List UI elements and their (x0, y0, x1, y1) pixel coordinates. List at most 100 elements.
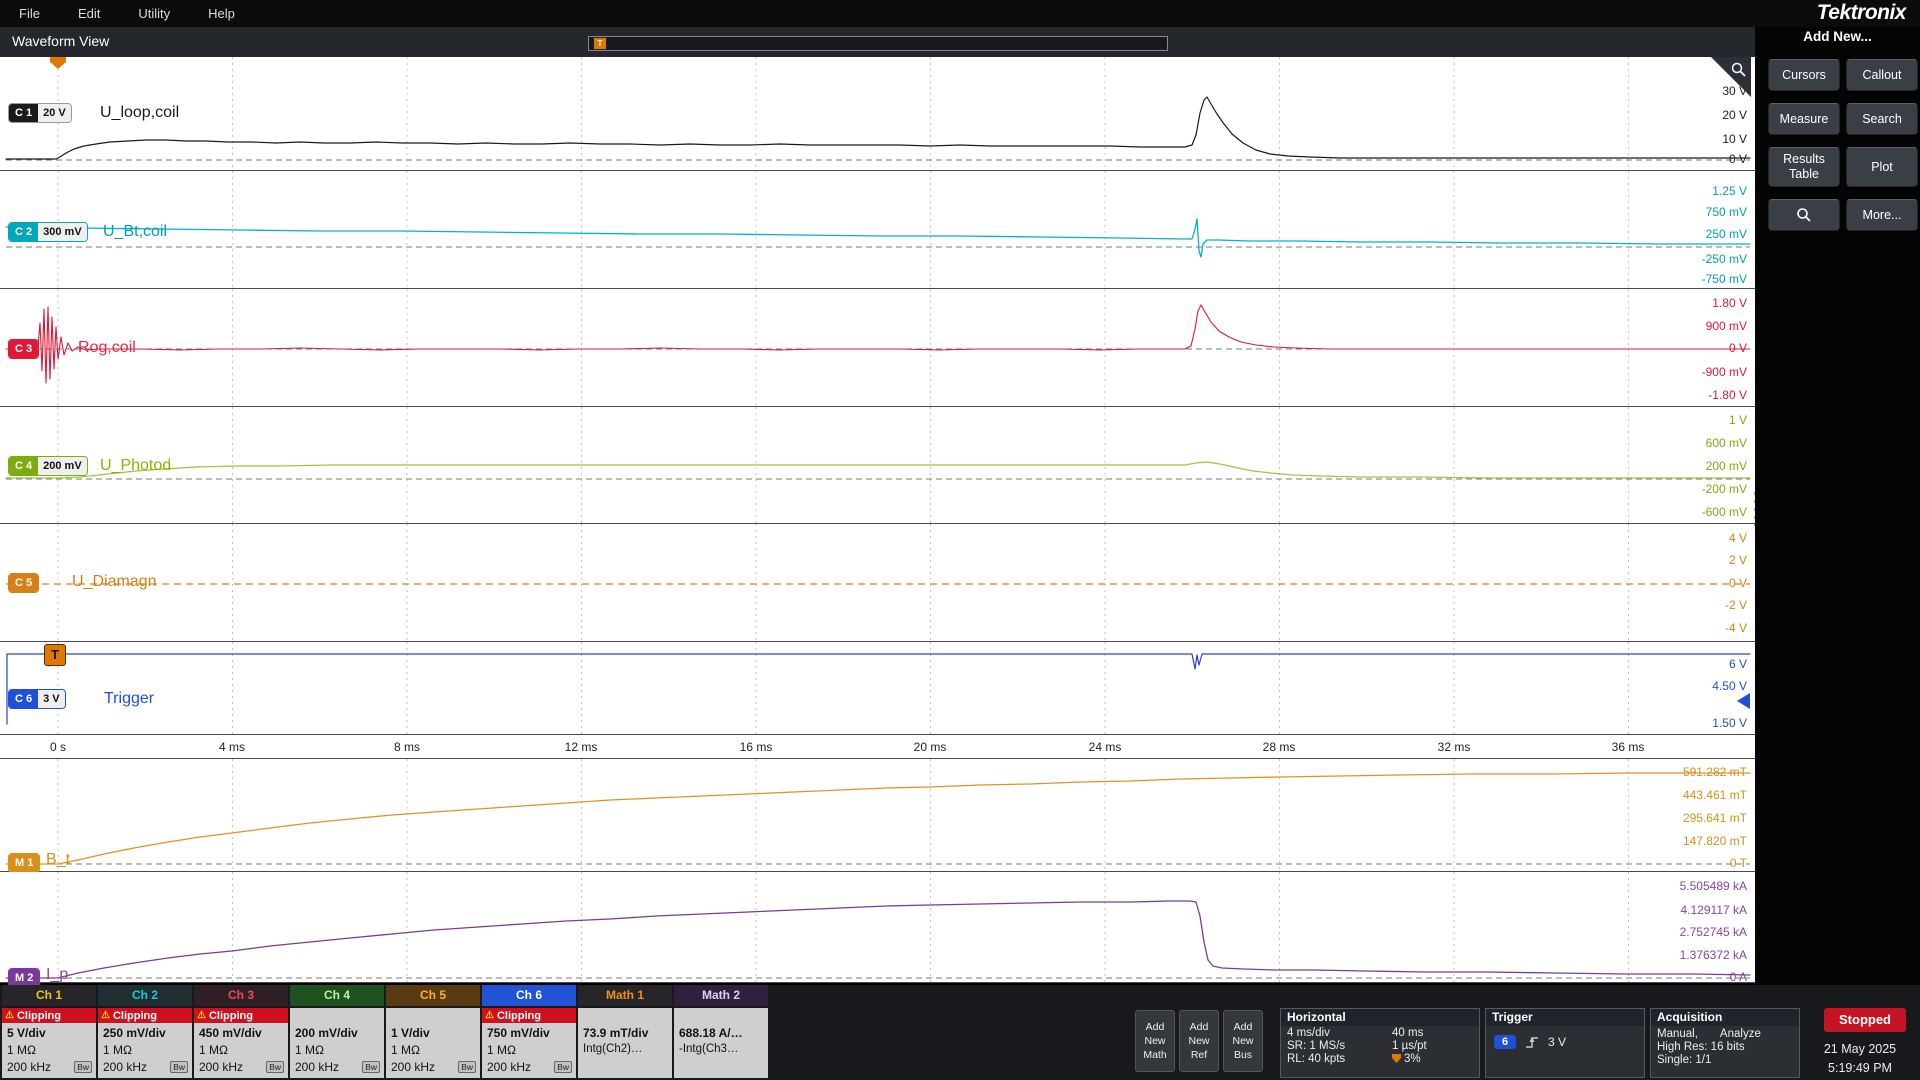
tab-ch2[interactable]: Ch 2 (98, 985, 192, 1006)
math2-scale: 688.18 A/… (679, 1026, 743, 1040)
status-card-math1[interactable]: 73.9 mT/div Intg(Ch2)… (578, 1008, 672, 1078)
ch3-scale: 450 mV/div (199, 1026, 262, 1040)
menu-edit[interactable]: Edit (59, 6, 119, 21)
c2-scale-label: 300 mV (38, 223, 87, 241)
tick-label: -1.80 V (1708, 388, 1747, 402)
channel-label-c2[interactable]: U_Bt,coil (103, 223, 167, 241)
tick-label: 1.376372 kA (1680, 948, 1747, 962)
plot-button[interactable]: Plot (1846, 147, 1918, 187)
bandwidth-limit-icon: Bw (554, 1061, 572, 1073)
zoom-trigger-thumb[interactable]: T (593, 37, 607, 50)
channel-slice-c1: C 1 20 V U_loop,coil 30 V 20 V 10 V 0 V (0, 57, 1755, 171)
tick-label: 0 T (1730, 856, 1747, 870)
waveform-view-titlebar: Waveform View T (0, 27, 1755, 57)
m1-waveform (0, 759, 1751, 872)
ch5-bandwidth: 200 kHz (391, 1060, 435, 1074)
add-new-ref-button[interactable]: Add New Ref (1179, 1010, 1219, 1072)
tab-math2[interactable]: Math 2 (674, 985, 768, 1006)
tick-label: 10 V (1722, 132, 1747, 146)
math1-expression: Intg(Ch2)… (583, 1043, 642, 1055)
channel-label-c4[interactable]: U_Photod (100, 457, 171, 475)
menu-file[interactable]: File (0, 6, 59, 21)
menu-bar: File Edit Utility Help Tektronix (0, 0, 1920, 27)
add-new-math-button[interactable]: Add New Math (1135, 1010, 1175, 1072)
c5-waveform (0, 524, 1751, 642)
tab-math1[interactable]: Math 1 (578, 985, 672, 1006)
ch2-bandwidth: 200 kHz (103, 1060, 147, 1074)
add-new-bus-button[interactable]: Add New Bus (1223, 1010, 1263, 1072)
channel-badge-c6[interactable]: C 6 3 V (8, 689, 66, 709)
channel-label-c3[interactable]: Rog,coil (78, 339, 136, 357)
search-button[interactable]: Search (1846, 103, 1918, 135)
cursors-button[interactable]: Cursors (1768, 59, 1840, 91)
acquisition-panel[interactable]: Acquisition Manual, Analyze High Res: 16… (1650, 1008, 1800, 1078)
more-button[interactable]: More... (1846, 199, 1918, 231)
trigger-source-marker[interactable]: T (44, 644, 66, 666)
status-card-math2[interactable]: 688.18 A/… -Intg(Ch3… (674, 1008, 768, 1078)
horizontal-panel[interactable]: Horizontal 4 ms/div40 ms SR: 1 MS/s1 µs/… (1280, 1008, 1480, 1078)
bandwidth-limit-icon: Bw (362, 1061, 380, 1073)
date-label: 21 May 2025 (1800, 1040, 1920, 1059)
ch4-bandwidth: 200 kHz (295, 1060, 339, 1074)
ch1-impedance: 1 MΩ (7, 1043, 36, 1057)
channel-label-c6[interactable]: Trigger (104, 690, 154, 708)
tick-label: 6 V (1729, 657, 1747, 671)
warning-icon: ⚠ (197, 1010, 206, 1021)
c4-waveform (0, 407, 1751, 524)
tick-label: -900 mV (1702, 365, 1747, 379)
time-tick: 20 ms (914, 735, 947, 759)
add-new-header: Add New... (1755, 29, 1920, 44)
ch3-bandwidth: 200 kHz (199, 1060, 243, 1074)
ch2-scale: 250 mV/div (103, 1026, 166, 1040)
status-card-ch2[interactable]: ⚠Clipping 250 mV/div 1 MΩ 200 kHzBw (98, 1008, 192, 1078)
zoom-button[interactable] (1768, 199, 1840, 231)
status-card-ch1[interactable]: ⚠Clipping 5 V/div 1 MΩ 200 kHzBw (2, 1008, 96, 1078)
trigger-level-arrow[interactable] (1737, 693, 1750, 709)
menu-help[interactable]: Help (189, 6, 254, 21)
time-axis: 0 s 4 ms 8 ms 12 ms 16 ms 20 ms 24 ms 28… (0, 735, 1755, 759)
run-state-badge[interactable]: Stopped (1824, 1008, 1906, 1032)
menu-utility[interactable]: Utility (119, 6, 189, 21)
status-card-ch5[interactable]: 1 V/div 1 MΩ 200 kHzBw (386, 1008, 480, 1078)
c2-waveform (0, 171, 1751, 289)
status-card-ch6[interactable]: ⚠Clipping 750 mV/div 1 MΩ 200 kHzBw (482, 1008, 576, 1078)
channel-label-c1[interactable]: U_loop,coil (100, 104, 179, 122)
tab-ch5[interactable]: Ch 5 (386, 985, 480, 1006)
m2-waveform (0, 872, 1751, 983)
tick-label: 1.80 V (1712, 296, 1747, 310)
tick-label: 250 mV (1706, 227, 1747, 241)
channel-slice-c2: C 2 300 mV U_Bt,coil 1.25 V 750 mV 250 m… (0, 171, 1755, 289)
tab-ch6[interactable]: Ch 6 (482, 985, 576, 1006)
channel-badge-c3[interactable]: C 3 (8, 339, 39, 359)
c3-badge-label: C 3 (9, 340, 38, 358)
status-card-ch3[interactable]: ⚠Clipping 450 mV/div 1 MΩ 200 kHzBw (194, 1008, 288, 1078)
results-table-button[interactable]: Results Table (1768, 147, 1840, 187)
ch2-impedance: 1 MΩ (103, 1043, 132, 1057)
channel-badge-c5[interactable]: C 5 (8, 573, 39, 593)
callout-button[interactable]: Callout (1846, 59, 1918, 91)
tick-label: 4.129117 kA (1681, 903, 1748, 917)
tick-label: 4.50 V (1712, 679, 1747, 693)
channel-badge-c2[interactable]: C 2 300 mV (8, 222, 88, 242)
clipping-banner: ⚠Clipping (482, 1008, 576, 1023)
c1-waveform (0, 57, 1751, 171)
zoom-overview-scrollbar[interactable]: T (588, 36, 1168, 51)
math-label-m2[interactable]: I_p (46, 966, 68, 984)
tick-label: 147.820 mT (1683, 834, 1747, 848)
record-length: RL: 40 kpts (1287, 1053, 1392, 1065)
tick-label: -2 V (1725, 598, 1747, 612)
measure-button[interactable]: Measure (1768, 103, 1840, 135)
tab-ch1[interactable]: Ch 1 (2, 985, 96, 1006)
status-card-ch4[interactable]: 200 mV/div 1 MΩ 200 kHzBw (290, 1008, 384, 1078)
math-badge-m1[interactable]: M 1 (8, 853, 40, 873)
tab-ch4[interactable]: Ch 4 (290, 985, 384, 1006)
math-label-m1[interactable]: B_t (46, 851, 70, 869)
channel-badge-c4[interactable]: C 4 200 mV (8, 456, 88, 476)
time-tick: 32 ms (1438, 735, 1471, 759)
right-sidebar: Add New... Cursors Callout Measure Searc… (1755, 27, 1920, 985)
trigger-panel[interactable]: Trigger 6 3 V (1485, 1008, 1645, 1078)
acquisition-title: Acquisition (1651, 1009, 1799, 1026)
channel-badge-c1[interactable]: C 1 20 V (8, 103, 72, 123)
channel-label-c5[interactable]: U_Diamagn (72, 573, 156, 591)
tab-ch3[interactable]: Ch 3 (194, 985, 288, 1006)
